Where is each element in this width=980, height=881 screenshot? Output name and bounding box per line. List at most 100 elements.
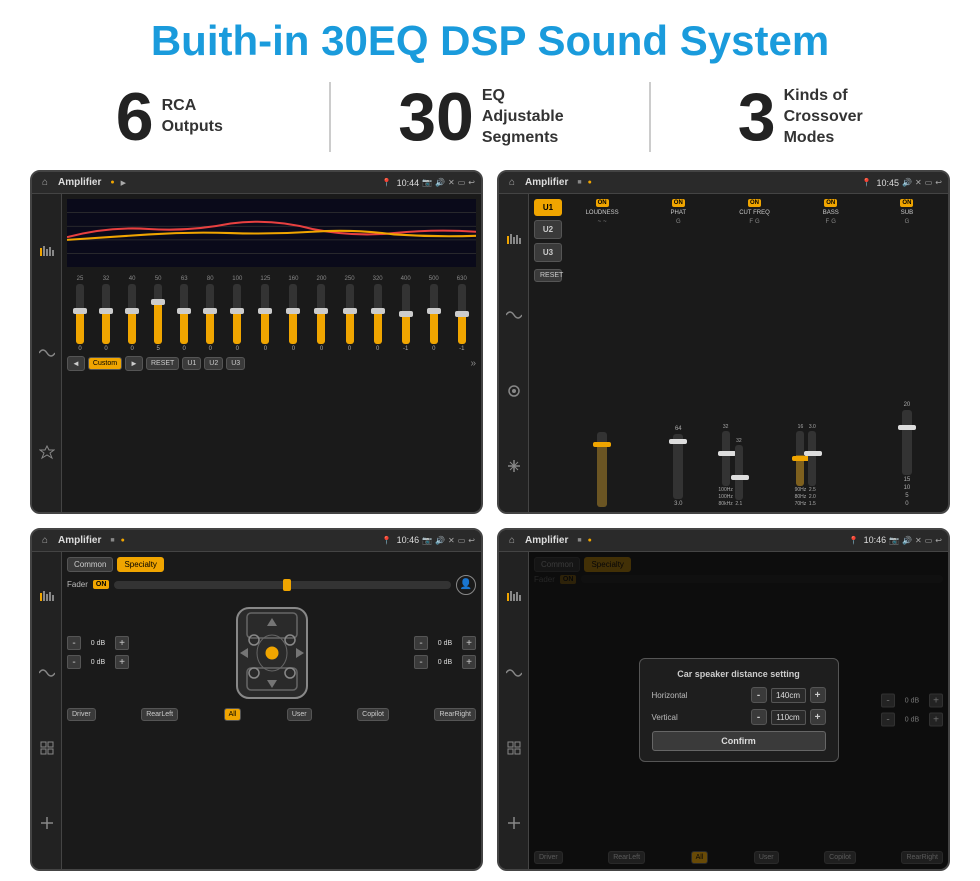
db-plus-4[interactable]: + [462, 655, 476, 669]
ch-sub: ON SUB G [871, 199, 943, 225]
stat-crossover: 3 Kinds of Crossover Modes [671, 83, 950, 151]
eq-prev-button[interactable]: ◄ [67, 356, 85, 371]
db-plus-3[interactable]: + [462, 636, 476, 650]
crossover-headers: ON LOUDNESS ~~ ON PHAT G [566, 199, 943, 225]
speaker-sidebar-icon3[interactable] [37, 738, 57, 758]
topbar-time-crossover: 10:45 [877, 178, 900, 188]
db-plus-2[interactable]: + [115, 655, 129, 669]
distance-screen-content: Common Specialty Fader ON Car speaker [499, 552, 948, 869]
fader-slider[interactable] [114, 581, 451, 589]
vertical-control: - 110cm + [751, 709, 826, 725]
stat-label-crossover: Kinds of Crossover Modes [784, 86, 884, 148]
eq-slider-200: 200 0 [316, 276, 326, 352]
eq-custom-button[interactable]: Custom [88, 357, 122, 370]
db-minus-2[interactable]: - [67, 655, 81, 669]
topbar-icons-crossover: 📍 10:45 🔊 ✕ ▭ ↩ [862, 178, 942, 188]
topbar-eq: ⌂ Amplifier ● ▶ 📍 10:44 📷 🔊 ✕ ▭ ↩ [32, 172, 481, 194]
eq-slider-400: 400 -1 [401, 276, 411, 352]
vertical-plus[interactable]: + [810, 709, 826, 725]
home-icon-3[interactable]: ⌂ [38, 533, 52, 547]
stat-label-eq: EQ Adjustable Segments [482, 86, 582, 148]
distance-sidebar-icon3[interactable] [504, 738, 524, 758]
btn-driver[interactable]: Driver [67, 708, 96, 721]
db-row-2: - 0 dB + [67, 655, 129, 669]
eq-slider-80: 80 0 [206, 276, 214, 352]
db-minus-1[interactable]: - [67, 636, 81, 650]
stat-label-rca: RCA Outputs [162, 96, 223, 138]
eq-slider-40: 40 0 [128, 276, 136, 352]
dialog-vertical-label: Vertical [652, 713, 678, 722]
btn-rear-right[interactable]: RearRight [434, 708, 476, 721]
eq-slider-250: 250 0 [345, 276, 355, 352]
db-minus-3[interactable]: - [414, 636, 428, 650]
dialog-horizontal-label: Horizontal [652, 691, 688, 700]
btn-all[interactable]: All [224, 708, 242, 721]
eq-scroll-right[interactable]: » [470, 358, 476, 369]
home-icon-4[interactable]: ⌂ [505, 533, 519, 547]
stats-row: 6 RCA Outputs 30 EQ Adjustable Segments … [30, 82, 950, 152]
tab-common[interactable]: Common [67, 557, 113, 572]
home-icon-2[interactable]: ⌂ [505, 176, 519, 190]
phat-slider[interactable] [673, 434, 683, 499]
crossover-sidebar-icon3[interactable] [504, 381, 524, 401]
crossover-main: U1 U2 U3 RESET ON LOUDNESS [529, 194, 948, 511]
btn-rear-left[interactable]: RearLeft [141, 708, 178, 721]
eq-next-button[interactable]: ► [125, 356, 143, 371]
cutfreq-on: ON [748, 199, 761, 207]
cutfreq-f-slider[interactable] [722, 431, 730, 486]
speaker-sidebar-icon4[interactable] [37, 813, 57, 833]
bass-f-slider[interactable] [796, 431, 804, 486]
db-plus-1[interactable]: + [115, 636, 129, 650]
stat-divider-1 [329, 82, 331, 152]
crossover-screen-content: U1 U2 U3 RESET ON LOUDNESS [499, 194, 948, 511]
db-value-3: 0 dB [431, 640, 459, 647]
speaker-sidebar-icon1[interactable] [37, 587, 57, 607]
sub-slider[interactable] [902, 410, 912, 475]
horizontal-value: 140cm [771, 688, 806, 703]
fader-row: Fader ON 👤 [67, 575, 476, 595]
tab-specialty[interactable]: Specialty [117, 557, 163, 572]
eq-sidebar-icon2[interactable] [37, 343, 57, 363]
speaker-sidebar [32, 552, 62, 869]
speaker-distance-dialog: Car speaker distance setting Horizontal … [639, 658, 839, 762]
confirm-button[interactable]: Confirm [652, 731, 826, 751]
db-value-4: 0 dB [431, 659, 459, 666]
eq-sidebar [32, 194, 62, 511]
eq-u1-button[interactable]: U1 [182, 357, 201, 370]
speaker-screen-card: ⌂ Amplifier ■ ● 📍 10:46 📷 🔊 ✕ ▭ ↩ [30, 528, 483, 871]
btn-user[interactable]: User [287, 708, 312, 721]
preset-u2[interactable]: U2 [534, 220, 562, 239]
eq-sidebar-icon1[interactable] [37, 242, 57, 262]
fader-label: Fader [67, 580, 88, 589]
cutfreq-g-slider[interactable] [735, 445, 743, 500]
preset-u1[interactable]: U1 [534, 199, 562, 216]
crossover-sidebar-icon1[interactable] [504, 230, 524, 250]
crossover-sidebar-icon4[interactable] [504, 456, 524, 476]
distance-sidebar-icon1[interactable] [504, 587, 524, 607]
speaker-tabs: Common Specialty [67, 557, 476, 572]
horizontal-minus[interactable]: - [751, 687, 767, 703]
speaker-sidebar-icon2[interactable] [37, 663, 57, 683]
crossover-sidebar-icon2[interactable] [504, 305, 524, 325]
bass-slider-wrap: 16 90Hz 80Hz 70Hz [795, 424, 867, 507]
db-row-3: - 0 dB + [414, 636, 476, 650]
btn-copilot[interactable]: Copilot [357, 708, 389, 721]
home-icon[interactable]: ⌂ [38, 176, 52, 190]
preset-u3[interactable]: U3 [534, 243, 562, 262]
distance-sidebar-icon4[interactable] [504, 813, 524, 833]
bass-g-slider[interactable] [808, 431, 816, 486]
distance-sidebar-icon2[interactable] [504, 663, 524, 683]
eq-sidebar-icon3[interactable] [37, 443, 57, 463]
phat-on: ON [672, 199, 685, 207]
db-minus-4[interactable]: - [414, 655, 428, 669]
eq-u2-button[interactable]: U2 [204, 357, 223, 370]
eq-slider-32: 32 0 [102, 276, 110, 352]
topbar-icons-eq: 📍 10:44 📷 🔊 ✕ ▭ ↩ [382, 178, 475, 188]
topbar-icons-speaker: 📍 10:46 📷 🔊 ✕ ▭ ↩ [382, 535, 475, 545]
eq-u3-button[interactable]: U3 [226, 357, 245, 370]
vertical-minus[interactable]: - [751, 709, 767, 725]
loudness-slider[interactable] [597, 432, 607, 507]
eq-reset-button[interactable]: RESET [146, 357, 179, 370]
crossover-reset[interactable]: RESET [534, 269, 562, 282]
horizontal-plus[interactable]: + [810, 687, 826, 703]
